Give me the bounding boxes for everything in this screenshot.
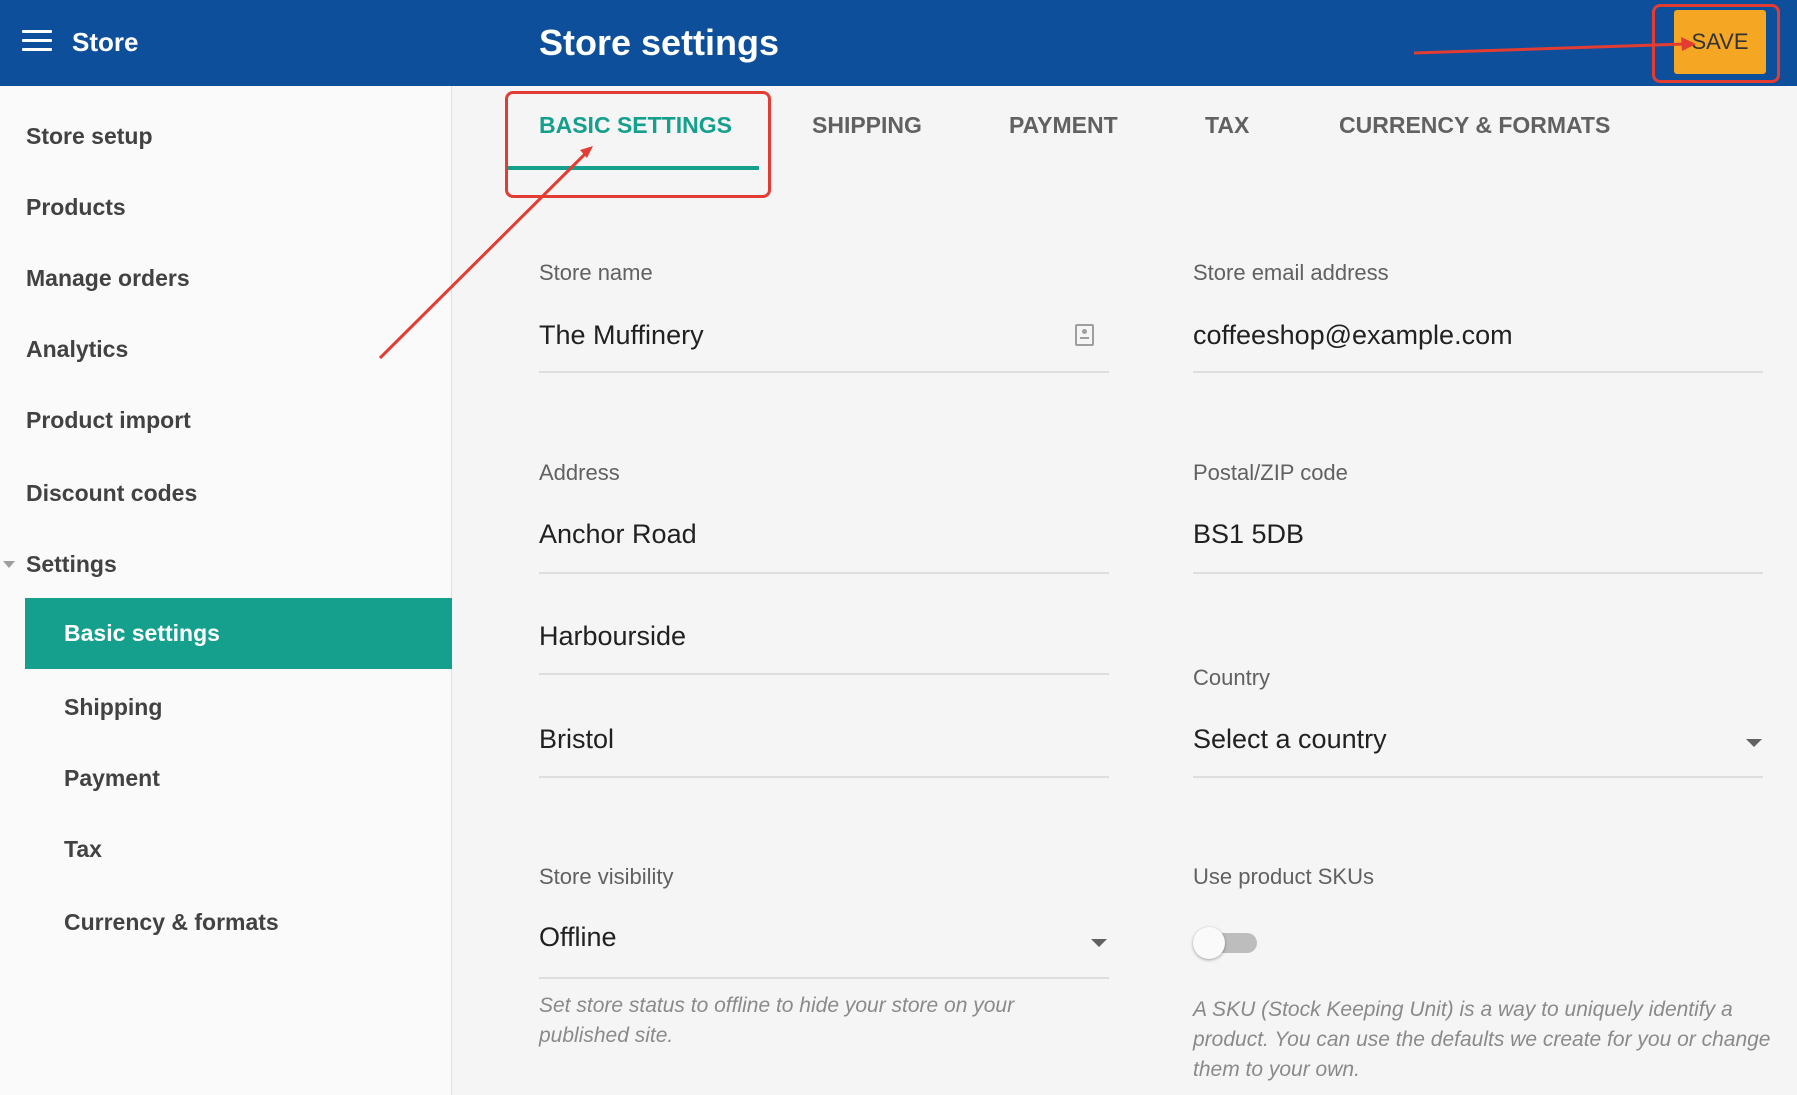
address-line3-input[interactable]: Bristol [539, 724, 614, 755]
sidebar-item-tax[interactable]: Tax [0, 819, 452, 879]
tab-tax[interactable]: TAX [1205, 112, 1249, 139]
store-email-input[interactable]: coffeeshop@example.com [1193, 320, 1513, 351]
store-name-input[interactable]: The Muffinery [539, 320, 704, 351]
postal-code-label: Postal/ZIP code [1193, 460, 1348, 485]
tab-currency-formats[interactable]: CURRENCY & FORMATS [1339, 112, 1610, 139]
use-skus-helper-text: A SKU (Stock Keeping Unit) is a way to u… [1193, 998, 1771, 1081]
country-underline [1193, 776, 1763, 778]
sidebar-item-label: Basic settings [64, 620, 220, 646]
page-title: Store settings [539, 22, 780, 63]
sidebar-item-products[interactable]: Products [0, 177, 452, 237]
store-visibility-underline [539, 977, 1109, 979]
address-line3-underline [539, 776, 1109, 778]
country-label: Country [1193, 665, 1271, 690]
sidebar-item-settings[interactable]: Settings [0, 534, 452, 594]
app-title: Store [72, 27, 139, 57]
dropdown-arrow-icon[interactable] [1746, 739, 1762, 747]
sidebar-item-analytics[interactable]: Analytics [0, 319, 452, 379]
tab-payment[interactable]: PAYMENT [1009, 112, 1118, 139]
store-name-label: Store name [539, 260, 653, 285]
hamburger-menu-icon[interactable] [22, 30, 52, 52]
tab-highlight-annotation [505, 91, 771, 198]
address-line1-underline [539, 572, 1109, 574]
postal-code-input[interactable]: BS1 5DB [1193, 519, 1304, 550]
country-select[interactable]: Select a country [1193, 724, 1387, 755]
sidebar-item-label: Analytics [26, 335, 129, 362]
sidebar-item-label: Shipping [64, 693, 163, 720]
contact-card-icon[interactable] [1075, 324, 1094, 346]
caret-down-icon [3, 561, 15, 568]
sidebar-item-discount-codes[interactable]: Discount codes [0, 463, 452, 523]
sidebar-item-label: Settings [26, 550, 117, 577]
store-email-underline [1193, 371, 1763, 373]
dropdown-arrow-icon[interactable] [1091, 939, 1107, 947]
sidebar-item-shipping[interactable]: Shipping [0, 677, 452, 737]
store-visibility-helper-text: Set store status to offline to hide your… [539, 994, 1015, 1047]
sidebar-item-manage-orders[interactable]: Manage orders [0, 248, 452, 308]
address-line1-input[interactable]: Anchor Road [539, 519, 697, 550]
sidebar-item-label: Store setup [26, 122, 153, 149]
toggle-thumb [1193, 927, 1225, 959]
tab-basic-settings[interactable]: BASIC SETTINGS [539, 112, 732, 139]
sidebar-item-basic-settings[interactable]: Basic settings [25, 598, 452, 669]
postal-code-underline [1193, 572, 1763, 574]
sidebar-item-label: Manage orders [26, 264, 190, 291]
address-line2-underline [539, 673, 1109, 675]
sidebar-item-label: Payment [64, 764, 160, 791]
save-button[interactable]: SAVE [1674, 10, 1766, 74]
sidebar-item-label: Currency & formats [64, 908, 279, 935]
address-line2-input[interactable]: Harbourside [539, 621, 686, 652]
use-skus-toggle[interactable] [1193, 926, 1259, 959]
sidebar-item-label: Product import [26, 406, 191, 433]
sidebar-item-product-import[interactable]: Product import [0, 390, 452, 450]
tab-shipping[interactable]: SHIPPING [812, 112, 922, 139]
store-visibility-label: Store visibility [539, 864, 674, 889]
sidebar-item-currency-formats[interactable]: Currency & formats [0, 892, 452, 952]
sidebar-item-store-setup[interactable]: Store setup [0, 106, 452, 166]
active-tab-indicator [506, 166, 759, 170]
sidebar-item-label: Products [26, 193, 126, 220]
sidebar-item-label: Discount codes [26, 479, 198, 506]
sidebar-nav: Store setup Products Manage orders Analy… [0, 86, 452, 1095]
sidebar-item-payment[interactable]: Payment [0, 748, 452, 808]
use-skus-label: Use product SKUs [1193, 864, 1374, 889]
top-app-bar: Store Store settings SAVE [0, 0, 1797, 86]
tab-annotation-arrowhead [580, 146, 593, 158]
store-email-label: Store email address [1193, 260, 1389, 285]
address-label: Address [539, 460, 620, 485]
store-name-underline [539, 371, 1109, 373]
sidebar-item-label: Tax [64, 835, 102, 862]
store-visibility-select[interactable]: Offline [539, 922, 617, 953]
